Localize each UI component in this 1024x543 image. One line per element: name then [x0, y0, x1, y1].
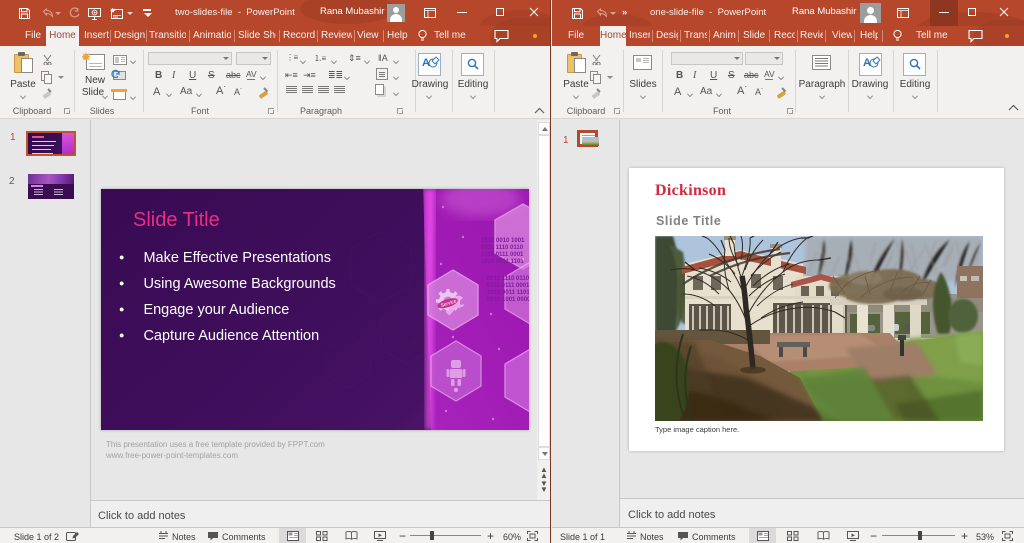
- svg-text:0011 1110 0110: 0011 1110 0110: [481, 245, 524, 251]
- svg-text:0010 1001 0000: 0010 1001 0000: [487, 297, 529, 303]
- svg-text:1010 0011 1101: 1010 0011 1101: [487, 290, 529, 296]
- svg-text:1010 0010 1001: 1010 0010 1001: [481, 238, 525, 244]
- svg-text:0110 0111 0001: 0110 0111 0001: [487, 283, 529, 289]
- svg-text:0011 1110 0110: 0011 1110 0110: [487, 276, 529, 282]
- svg-text:1010 0011 1101: 1010 0011 1101: [481, 259, 524, 265]
- svg-text:0110 0111 0001: 0110 0111 0001: [481, 252, 524, 258]
